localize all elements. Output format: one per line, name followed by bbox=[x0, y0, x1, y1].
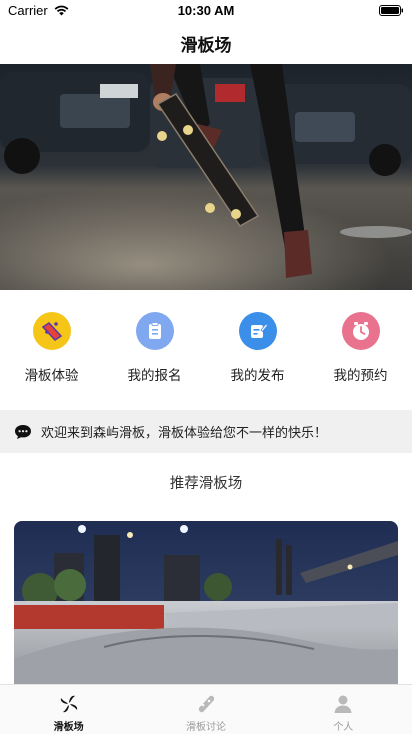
tab-personal[interactable]: 个人 bbox=[275, 685, 412, 734]
person-icon bbox=[334, 695, 352, 713]
quick-action-my-booking[interactable]: 我的预约 bbox=[309, 312, 412, 392]
battery-icon bbox=[379, 5, 403, 16]
status-bar: Carrier 10:30 AM bbox=[0, 0, 412, 22]
quick-action-skate-experience[interactable]: 滑板体验 bbox=[0, 312, 103, 392]
quick-action-my-registration[interactable]: 我的报名 bbox=[103, 312, 206, 392]
recommend-section-title: 推荐滑板场 bbox=[169, 476, 243, 492]
notice-text: 欢迎来到森屿滑板，滑板体验给您不一样的快乐！ bbox=[41, 426, 328, 441]
page-title: 滑板场 bbox=[180, 35, 232, 56]
quick-action-label: 滑板体验 bbox=[24, 368, 79, 384]
edit-note-icon bbox=[238, 312, 277, 350]
tab-bar: 滑板场 滑板讨论 个人 bbox=[0, 684, 412, 734]
tab-label: 滑板讨论 bbox=[185, 722, 226, 733]
hero-banner[interactable] bbox=[0, 64, 412, 290]
notice-bar[interactable]: 欢迎来到森屿滑板，滑板体验给您不一样的快乐！ bbox=[0, 410, 412, 453]
skateboard-icon bbox=[32, 312, 71, 350]
tab-skate-discussion[interactable]: 滑板讨论 bbox=[137, 685, 274, 734]
chat-bubble-icon bbox=[15, 424, 31, 439]
quick-action-label: 我的发布 bbox=[230, 368, 285, 384]
pinwheel-icon bbox=[60, 695, 77, 713]
skateboard-icon bbox=[198, 695, 215, 713]
clock-icon bbox=[341, 312, 380, 350]
quick-action-my-posts[interactable]: 我的发布 bbox=[206, 312, 309, 392]
status-time: 10:30 AM bbox=[177, 3, 235, 18]
recommended-park-card[interactable] bbox=[14, 521, 398, 691]
tab-skatepark[interactable]: 滑板场 bbox=[0, 685, 137, 734]
skatepark-photo bbox=[14, 521, 398, 691]
quick-action-label: 我的报名 bbox=[127, 368, 182, 384]
hero-skateboard-photo bbox=[0, 64, 412, 290]
quick-actions: 滑板体验 我的报名 我的发布 我的预约 bbox=[0, 312, 412, 392]
tab-label: 个人 bbox=[333, 722, 354, 733]
tab-label: 滑板场 bbox=[53, 722, 84, 733]
clipboard-icon bbox=[135, 312, 174, 350]
nav-bar: 滑板场 bbox=[0, 22, 412, 64]
quick-action-label: 我的预约 bbox=[333, 368, 388, 384]
